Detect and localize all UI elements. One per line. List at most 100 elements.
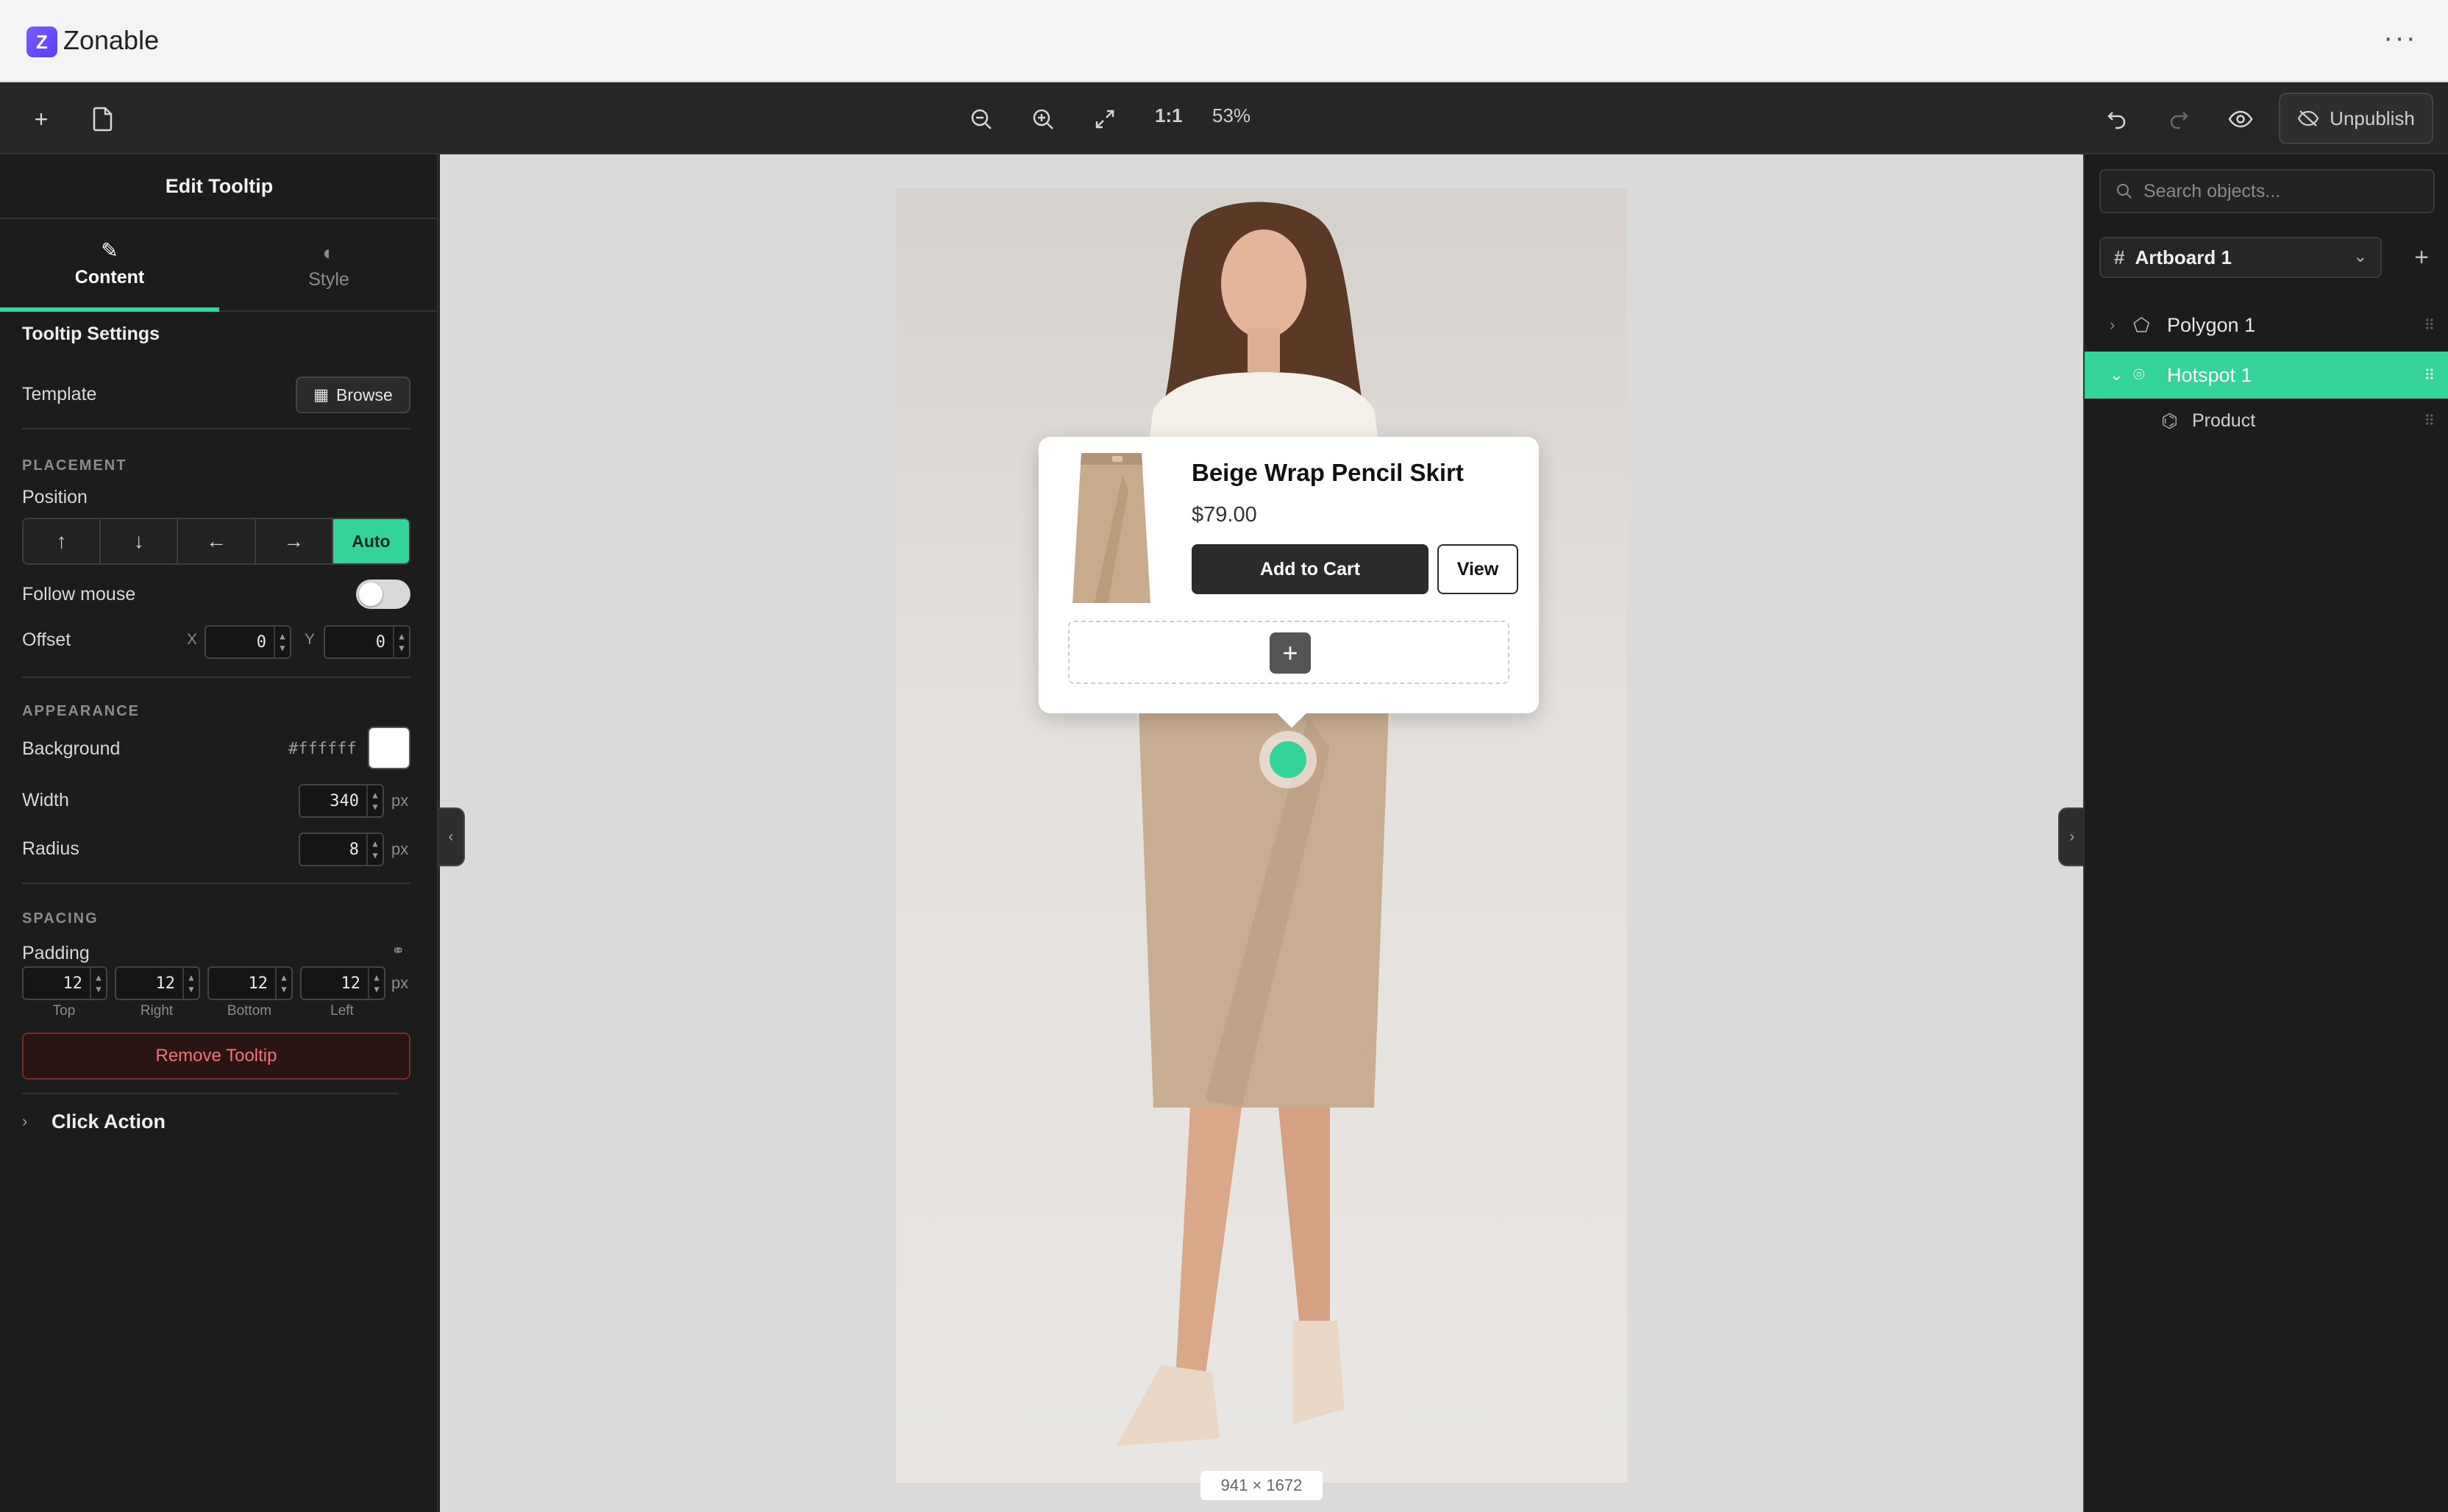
artboard-selector-label: Artboard 1 <box>2135 246 2232 268</box>
tab-content-label: Content <box>74 267 145 288</box>
layer-label: Product <box>2192 410 2256 431</box>
zoom-out-icon[interactable] <box>961 99 1002 140</box>
layer-product[interactable]: ⌬ Product ⠿ <box>2085 397 2448 444</box>
chevron-right-icon[interactable]: › <box>22 1112 27 1131</box>
product-tooltip[interactable]: Beige Wrap Pencil Skirt $79.00 Add to Ca… <box>1039 437 1539 728</box>
stepper-icon[interactable]: ▲ ▼ <box>366 785 382 816</box>
padding-bottom-label: Bottom <box>227 1003 272 1019</box>
tab-content[interactable]: ✎ Content <box>0 219 219 312</box>
add-artboard-button[interactable]: + <box>2401 237 2442 278</box>
appearance-heading: APPEARANCE <box>22 703 140 719</box>
position-auto-button[interactable]: Auto <box>332 519 409 563</box>
position-top-button[interactable]: ↑ <box>24 519 102 563</box>
follow-mouse-toggle[interactable] <box>356 580 410 609</box>
chevron-right-icon[interactable]: › <box>2110 315 2115 335</box>
more-options-icon[interactable]: ··· <box>2383 23 2417 52</box>
position-selector: ↑ ↓ ← → Auto <box>22 518 410 565</box>
padding-bottom-value: 12 <box>248 974 268 993</box>
tab-style[interactable]: ◐ Style <box>219 219 438 312</box>
add-block-button[interactable]: + <box>1270 632 1311 674</box>
tag-icon: ⌬ <box>2161 409 2178 432</box>
zoom-in-icon[interactable] <box>1022 99 1064 140</box>
background-hex: #ffffff <box>288 740 357 758</box>
product-price: $79.00 <box>1192 503 1257 527</box>
artboard-selector[interactable]: # Artboard 1 ⌄ <box>2099 237 2382 278</box>
main-toolbar: + 1:1 53% Unpublish <box>0 82 2448 154</box>
collapse-right-panel-icon[interactable]: › <box>2058 807 2085 866</box>
drag-handle-icon[interactable]: ⠿ <box>2424 316 2435 335</box>
add-block-dropzone[interactable]: + <box>1068 621 1509 684</box>
tooltip-settings-heading: Tooltip Settings <box>22 324 160 344</box>
add-icon[interactable]: + <box>21 99 62 140</box>
position-right-button[interactable]: → <box>255 519 333 563</box>
offset-y-input[interactable]: 0 ▲ ▼ <box>324 625 410 659</box>
layer-hotspot-1[interactable]: ⌄ ⌾ Hotspot 1 ⠿ <box>2085 352 2448 399</box>
add-to-cart-button[interactable]: Add to Cart <box>1192 544 1428 594</box>
padding-label: Padding <box>22 943 90 963</box>
stepper-icon[interactable]: ▲ ▼ <box>182 968 199 999</box>
browse-label: Browse <box>336 385 393 404</box>
unpublish-button[interactable]: Unpublish <box>2279 93 2433 144</box>
edit-tooltip-panel: Edit Tooltip ✎ Content ◐ Style Tooltip S… <box>0 154 438 1512</box>
artboard[interactable] <box>896 188 1627 1483</box>
panel-title: Edit Tooltip <box>0 154 438 219</box>
padding-unit: px <box>391 974 409 992</box>
drag-handle-icon[interactable]: ⠿ <box>2424 412 2435 430</box>
padding-top-label: Top <box>52 1003 76 1019</box>
app-logo-icon: Z <box>26 26 57 57</box>
layer-polygon-1[interactable]: › ⬠ Polygon 1 ⠿ <box>2085 302 2448 349</box>
chevron-down-icon[interactable]: ⌄ <box>2110 365 2123 385</box>
position-label: Position <box>22 487 88 507</box>
background-color-swatch[interactable] <box>368 727 410 769</box>
app-header: Z Zonable ··· <box>0 0 2448 82</box>
page-icon[interactable] <box>82 99 124 140</box>
position-bottom-button[interactable]: ↓ <box>101 519 179 563</box>
design-canvas[interactable]: 941 × 1672 <box>440 154 2083 1512</box>
search-icon <box>2117 184 2132 199</box>
zoom-level: 53% <box>1212 104 1251 126</box>
panel-tabs: ✎ Content ◐ Style <box>0 219 438 312</box>
padding-left-input[interactable]: 12 ▲ ▼ <box>300 966 385 1000</box>
app-name: Zonable <box>63 25 160 55</box>
preview-eye-icon[interactable] <box>2220 99 2261 140</box>
search-placeholder: Search objects... <box>2143 180 2281 202</box>
collapse-left-panel-icon[interactable]: ‹ <box>438 807 465 866</box>
divider <box>22 677 410 678</box>
offset-x-input[interactable]: 0 ▲ ▼ <box>204 625 291 659</box>
view-button[interactable]: View <box>1437 544 1518 594</box>
template-label: Template <box>22 384 97 404</box>
width-input[interactable]: 340 ▲ ▼ <box>299 784 384 818</box>
offset-x-value: 0 <box>256 632 266 652</box>
link-icon[interactable]: ⚭ <box>391 941 405 960</box>
padding-top-input[interactable]: 12 ▲ ▼ <box>22 966 107 1000</box>
spacing-heading: SPACING <box>22 910 99 927</box>
position-left-button[interactable]: ← <box>178 519 256 563</box>
offset-x-label: X <box>187 631 198 648</box>
offset-y-value: 0 <box>375 632 385 652</box>
drag-handle-icon[interactable]: ⠿ <box>2424 366 2435 385</box>
padding-bottom-input[interactable]: 12 ▲ ▼ <box>207 966 293 1000</box>
radius-unit: px <box>391 840 409 858</box>
browse-button[interactable]: ▦ Browse <box>296 377 410 413</box>
stepper-icon[interactable]: ▲ ▼ <box>275 968 291 999</box>
redo-icon[interactable] <box>2158 99 2199 140</box>
stepper-icon[interactable]: ▲ ▼ <box>366 834 382 865</box>
remove-tooltip-button[interactable]: Remove Tooltip <box>22 1033 410 1080</box>
search-objects-input[interactable]: Search objects... <box>2099 169 2435 213</box>
grid-icon: ▦ <box>313 385 330 404</box>
frame-icon: # <box>2114 246 2125 268</box>
hotspot-marker[interactable] <box>1259 731 1317 788</box>
stepper-icon[interactable]: ▲ ▼ <box>90 968 106 999</box>
stepper-icon[interactable]: ▲ ▼ <box>368 968 384 999</box>
undo-icon[interactable] <box>2096 99 2138 140</box>
model-photo <box>1117 202 1403 1446</box>
stepper-icon[interactable]: ▲ ▼ <box>393 627 409 657</box>
padding-right-input[interactable]: 12 ▲ ▼ <box>115 966 200 1000</box>
actual-size-button[interactable]: 1:1 <box>1155 104 1183 127</box>
fit-to-screen-icon[interactable] <box>1084 99 1125 140</box>
stepper-icon[interactable]: ▲ ▼ <box>274 627 290 657</box>
click-action-section[interactable]: Click Action <box>51 1110 166 1133</box>
radius-input[interactable]: 8 ▲ ▼ <box>299 832 384 866</box>
padding-left-label: Left <box>330 1003 354 1019</box>
width-value: 340 <box>330 791 359 810</box>
